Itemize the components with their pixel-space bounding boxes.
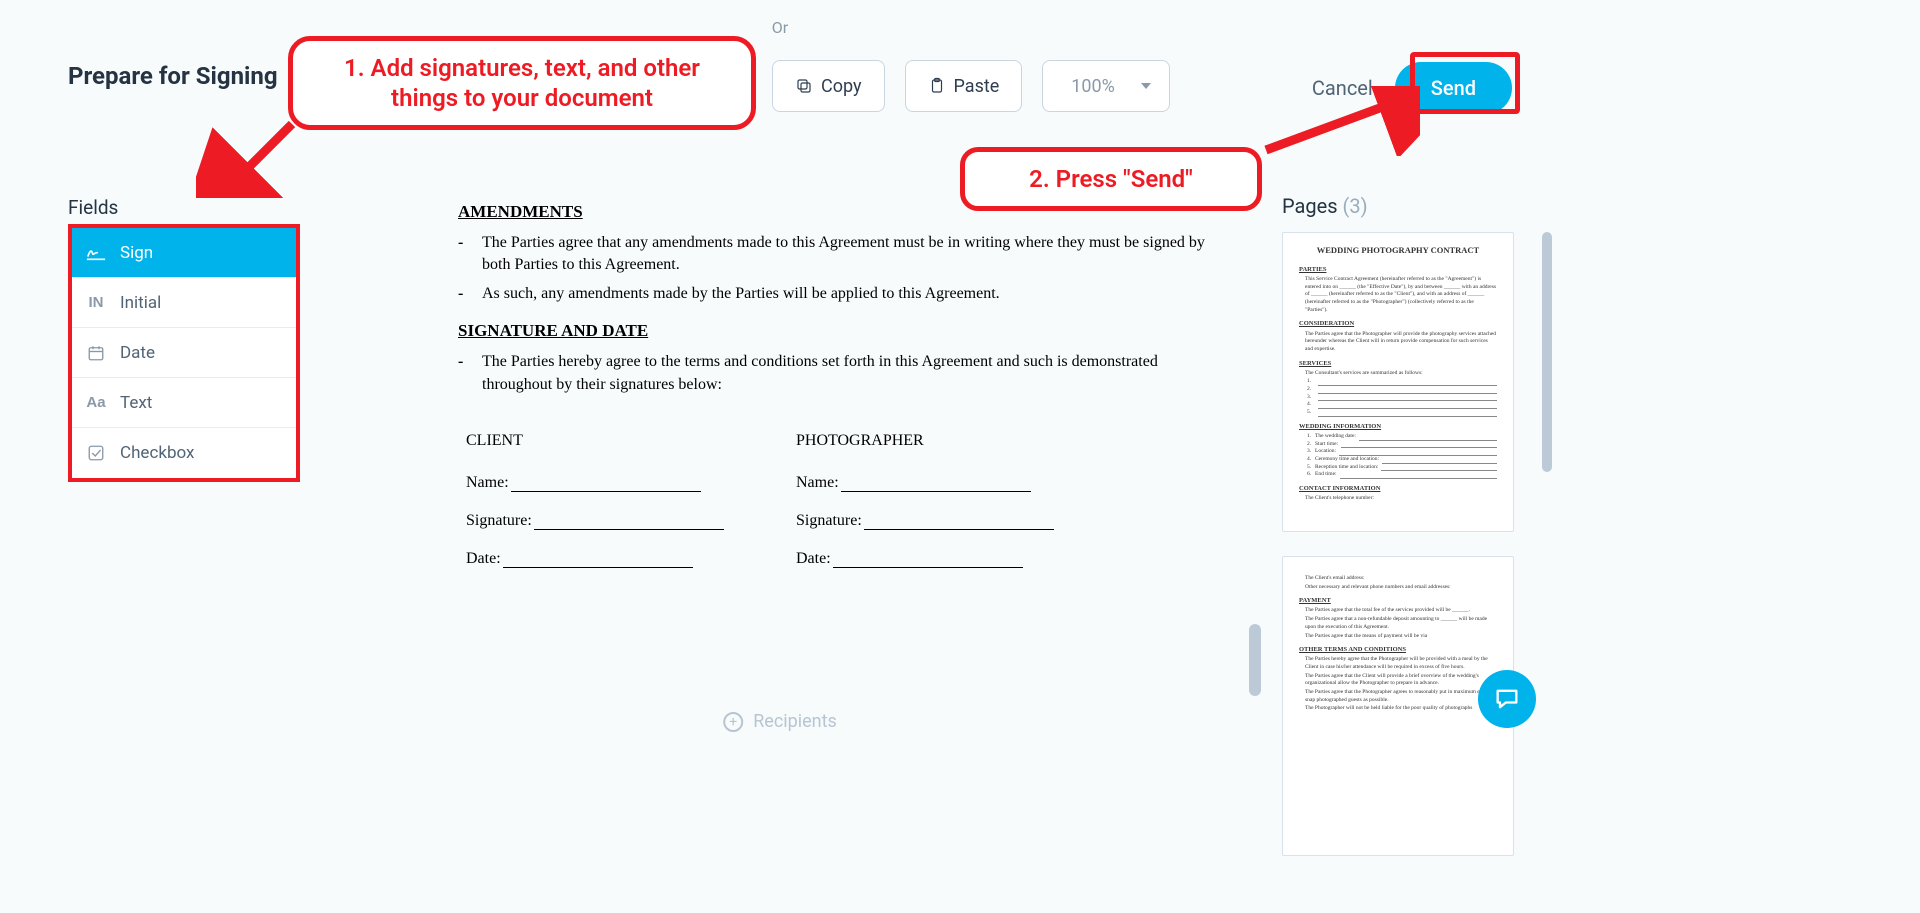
thumb-text: Reception time and location: (1315, 464, 1378, 472)
annotation-arrow-2 (1260, 86, 1420, 156)
client-title: CLIENT (466, 432, 796, 450)
thumb-text: Start time: (1315, 441, 1338, 449)
thumb-section: WEDDING INFORMATION (1299, 422, 1497, 431)
thumb-text: The Parties agree that the Photographer … (1305, 331, 1497, 354)
thumb-section: SERVICES (1299, 359, 1497, 368)
checkbox-icon (86, 443, 106, 463)
thumb-text: The Client's email address: (1305, 575, 1497, 583)
field-date-label: Date (120, 343, 155, 363)
field-text-label: Text (120, 393, 152, 413)
photographer-title: PHOTOGRAPHER (796, 432, 1126, 450)
signature-label: Signature: (796, 512, 862, 530)
thumb-text: The Parties agree that the total fee of … (1305, 607, 1497, 615)
copy-icon (795, 77, 813, 95)
thumb-text: The wedding date: (1315, 433, 1356, 441)
field-checkbox[interactable]: Checkbox (72, 428, 296, 478)
zoom-select[interactable]: 100% (1042, 60, 1170, 112)
toolbar: Copy Paste 100% (772, 60, 1170, 112)
thumb-text: End time: (1315, 471, 1337, 479)
chevron-down-icon (1141, 83, 1151, 89)
pages-heading-text: Pages (1282, 194, 1338, 218)
page-title: Prepare for Signing (68, 62, 278, 90)
doc-bullet-text: The Parties agree that any amendments ma… (482, 232, 1210, 277)
paste-button[interactable]: Paste (905, 60, 1023, 112)
doc-amendments-heading: AMENDMENTS (458, 202, 1210, 222)
document-scrollbar[interactable] (1249, 624, 1261, 696)
recipients-button[interactable]: + Recipients (723, 711, 837, 732)
thumb-section: CONTACT INFORMATION (1299, 484, 1497, 493)
paste-icon (928, 77, 946, 95)
thumb-text: The Consultant's services are summarized… (1305, 370, 1497, 378)
client-column: CLIENT Name: Signature: Date: (466, 432, 796, 588)
thumb-section: PAYMENT (1299, 596, 1497, 605)
thumb-text: The Parties hereby agree that the Photog… (1305, 656, 1497, 671)
plus-icon: + (723, 712, 743, 732)
field-sign-label: Sign (120, 243, 153, 263)
pages-heading: Pages (3) (1282, 194, 1368, 218)
page-thumbnails: WEDDING PHOTOGRAPHY CONTRACT PARTIES Thi… (1282, 232, 1514, 856)
annotation-arrow-1 (196, 118, 306, 198)
thumb-text: The Parties agree that the means of paym… (1305, 633, 1497, 641)
date-icon (86, 343, 106, 363)
field-checkbox-label: Checkbox (120, 443, 194, 463)
text-icon: Aa (86, 393, 106, 413)
document-preview[interactable]: AMENDMENTS -The Parties agree that any a… (430, 186, 1210, 588)
field-text[interactable]: Aa Text (72, 378, 296, 428)
doc-bullet: -The Parties agree that any amendments m… (458, 232, 1210, 277)
annotation-step-1: 1. Add signatures, text, and other thing… (288, 36, 756, 130)
thumb-text: The Photographer will not be held liable… (1305, 705, 1497, 713)
thumb-text: Other necessary and relevant phone numbe… (1305, 584, 1497, 592)
date-label: Date: (466, 550, 501, 568)
chat-icon (1493, 685, 1521, 713)
doc-bullet-text: The Parties hereby agree to the terms an… (482, 351, 1210, 396)
name-label: Name: (796, 474, 839, 492)
signature-row: CLIENT Name: Signature: Date: PHOTOGRAPH… (466, 432, 1210, 588)
thumb-section: CONSIDERATION (1299, 319, 1497, 328)
copy-label: Copy (821, 76, 862, 97)
thumb-text: The Parties agree that the Client will p… (1305, 673, 1497, 688)
photographer-column: PHOTOGRAPHER Name: Signature: Date: (796, 432, 1126, 588)
page-thumb-1[interactable]: WEDDING PHOTOGRAPHY CONTRACT PARTIES Thi… (1282, 232, 1514, 532)
date-label: Date: (796, 550, 831, 568)
doc-bullet: -As such, any amendments made by the Par… (458, 283, 1210, 305)
thumb-text: Ceremony time and location: (1315, 456, 1379, 464)
initial-icon: IN (86, 293, 106, 313)
paste-label: Paste (954, 76, 1000, 97)
doc-bullet: -The Parties hereby agree to the terms a… (458, 351, 1210, 396)
thumb-text: This Service Contract Agreement (hereina… (1305, 276, 1497, 314)
doc-bullet-text: As such, any amendments made by the Part… (482, 283, 1000, 305)
thumb-text: The Parties agree that the Photographer … (1305, 689, 1497, 704)
fields-panel: Sign IN Initial Date Aa Text Checkbox (68, 224, 300, 482)
doc-signature-heading: SIGNATURE AND DATE (458, 321, 1210, 341)
field-initial-label: Initial (120, 293, 161, 313)
pages-count: (3) (1343, 194, 1368, 218)
name-label: Name: (466, 474, 509, 492)
zoom-value: 100% (1071, 76, 1115, 97)
thumb-text: Location: (1315, 448, 1336, 456)
signature-label: Signature: (466, 512, 532, 530)
recipients-label: Recipients (753, 711, 837, 732)
thumb-section: OTHER TERMS AND CONDITIONS (1299, 645, 1497, 654)
thumb-text: The Parties agree that a non-refundable … (1305, 616, 1497, 631)
field-initial[interactable]: IN Initial (72, 278, 296, 328)
field-sign[interactable]: Sign (72, 228, 296, 278)
fields-heading: Fields (68, 196, 118, 219)
or-divider: Or (772, 18, 788, 37)
field-date[interactable]: Date (72, 328, 296, 378)
thumb-title: WEDDING PHOTOGRAPHY CONTRACT (1299, 245, 1497, 257)
thumb-section: PARTIES (1299, 265, 1497, 274)
sign-icon (86, 243, 106, 263)
copy-button[interactable]: Copy (772, 60, 885, 112)
window-scrollbar[interactable] (1542, 232, 1552, 472)
help-chat-button[interactable] (1478, 670, 1536, 728)
thumb-text: The Client's telephone number: (1305, 495, 1497, 503)
